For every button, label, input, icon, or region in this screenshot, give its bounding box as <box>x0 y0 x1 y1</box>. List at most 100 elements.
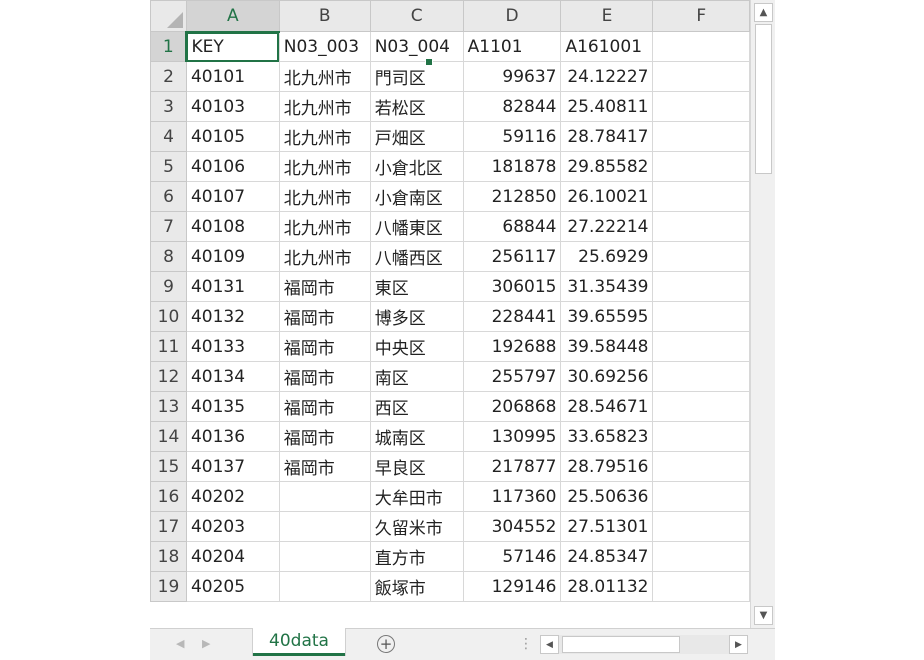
cell-b6[interactable]: 北九州市 <box>278 181 371 212</box>
cell-d4[interactable]: 59116 <box>462 121 562 152</box>
cell-f19[interactable] <box>652 571 750 602</box>
cell-b17[interactable] <box>278 511 371 542</box>
cell-b9[interactable]: 福岡市 <box>278 271 371 302</box>
cell-b18[interactable] <box>278 541 371 572</box>
scroll-right-icon[interactable]: ▶ <box>729 635 748 654</box>
cell-c12[interactable]: 南区 <box>369 361 464 392</box>
vertical-scroll-thumb[interactable] <box>755 24 772 174</box>
cell-c17[interactable]: 久留米市 <box>369 511 464 542</box>
cell-b19[interactable] <box>278 571 371 602</box>
cell-b4[interactable]: 北九州市 <box>278 121 371 152</box>
cell-b11[interactable]: 福岡市 <box>278 331 371 362</box>
cell-d5[interactable]: 181878 <box>462 151 562 182</box>
scroll-up-icon[interactable]: ▲ <box>754 3 773 22</box>
cell-b13[interactable]: 福岡市 <box>278 391 371 422</box>
cell-c7[interactable]: 八幡東区 <box>369 211 464 242</box>
cell-d3[interactable]: 82844 <box>462 91 562 122</box>
cell-e8[interactable]: 25.6929 <box>560 241 654 272</box>
plus-circle-icon[interactable]: + <box>377 635 395 653</box>
cell-e3[interactable]: 25.40811 <box>560 91 654 122</box>
cell-d11[interactable]: 192688 <box>462 331 562 362</box>
cell-e16[interactable]: 25.50636 <box>560 481 654 512</box>
column-header-a[interactable]: A <box>185 0 280 33</box>
cell-c5[interactable]: 小倉北区 <box>369 151 464 182</box>
cell-b5[interactable]: 北九州市 <box>278 151 371 182</box>
cell-a8[interactable]: 40109 <box>185 241 280 272</box>
cell-e12[interactable]: 30.69256 <box>560 361 654 392</box>
cell-c8[interactable]: 八幡西区 <box>369 241 464 272</box>
cell-e15[interactable]: 28.79516 <box>560 451 654 482</box>
cell-d18[interactable]: 57146 <box>462 541 562 572</box>
cell-d13[interactable]: 206868 <box>462 391 562 422</box>
cell-b8[interactable]: 北九州市 <box>278 241 371 272</box>
cell-f11[interactable] <box>652 331 750 362</box>
cell-d10[interactable]: 228441 <box>462 301 562 332</box>
cell-e19[interactable]: 28.01132 <box>560 571 654 602</box>
cell-b2[interactable]: 北九州市 <box>278 61 371 92</box>
cell-a19[interactable]: 40205 <box>185 571 280 602</box>
row-header[interactable]: 2 <box>150 61 187 92</box>
cell-f18[interactable] <box>652 541 750 572</box>
cell-d12[interactable]: 255797 <box>462 361 562 392</box>
sheet-tab-40data[interactable]: 40data <box>253 628 345 656</box>
row-header[interactable]: 12 <box>150 361 187 392</box>
cell-a18[interactable]: 40204 <box>185 541 280 572</box>
cell-f4[interactable] <box>652 121 750 152</box>
scroll-left-icon[interactable]: ◀ <box>540 635 559 654</box>
cell-d8[interactable]: 256117 <box>462 241 562 272</box>
cell-b3[interactable]: 北九州市 <box>278 91 371 122</box>
horizontal-scrollbar[interactable]: ◀ ▶ <box>540 635 748 654</box>
cell-f7[interactable] <box>652 211 750 242</box>
cell-c19[interactable]: 飯塚市 <box>369 571 464 602</box>
cell-c6[interactable]: 小倉南区 <box>369 181 464 212</box>
cell-b1[interactable]: N03_003 <box>278 31 371 62</box>
cell-e2[interactable]: 24.12227 <box>560 61 654 92</box>
cell-e10[interactable]: 39.65595 <box>560 301 654 332</box>
row-header[interactable]: 18 <box>150 541 187 572</box>
cell-e9[interactable]: 31.35439 <box>560 271 654 302</box>
row-header[interactable]: 16 <box>150 481 187 512</box>
cell-a2[interactable]: 40101 <box>185 61 280 92</box>
cell-a13[interactable]: 40135 <box>185 391 280 422</box>
cell-b10[interactable]: 福岡市 <box>278 301 371 332</box>
cell-a15[interactable]: 40137 <box>185 451 280 482</box>
cell-e6[interactable]: 26.10021 <box>560 181 654 212</box>
cell-f2[interactable] <box>652 61 750 92</box>
cell-d16[interactable]: 117360 <box>462 481 562 512</box>
cell-d7[interactable]: 68844 <box>462 211 562 242</box>
cell-e5[interactable]: 29.85582 <box>560 151 654 182</box>
cell-f13[interactable] <box>652 391 750 422</box>
column-header-d[interactable]: D <box>462 0 562 32</box>
cell-d17[interactable]: 304552 <box>462 511 562 542</box>
cell-a1[interactable]: KEY <box>185 31 280 62</box>
row-header[interactable]: 6 <box>150 181 187 212</box>
cell-a10[interactable]: 40132 <box>185 301 280 332</box>
row-header[interactable]: 9 <box>150 271 187 302</box>
cell-e18[interactable]: 24.85347 <box>560 541 654 572</box>
column-header-f[interactable]: F <box>652 0 750 32</box>
cell-c15[interactable]: 早良区 <box>369 451 464 482</box>
cell-f15[interactable] <box>652 451 750 482</box>
row-header[interactable]: 15 <box>150 451 187 482</box>
cell-f10[interactable] <box>652 301 750 332</box>
cell-a12[interactable]: 40134 <box>185 361 280 392</box>
cell-d14[interactable]: 130995 <box>462 421 562 452</box>
cell-a5[interactable]: 40106 <box>185 151 280 182</box>
row-header[interactable]: 17 <box>150 511 187 542</box>
vertical-scrollbar[interactable]: ▲ ▼ <box>750 0 775 628</box>
row-header[interactable]: 19 <box>150 571 187 602</box>
cell-f5[interactable] <box>652 151 750 182</box>
cell-d1[interactable]: A1101 <box>462 31 562 62</box>
cell-c4[interactable]: 戸畑区 <box>369 121 464 152</box>
cell-c13[interactable]: 西区 <box>369 391 464 422</box>
cell-f6[interactable] <box>652 181 750 212</box>
cell-a9[interactable]: 40131 <box>185 271 280 302</box>
cell-d15[interactable]: 217877 <box>462 451 562 482</box>
row-header[interactable]: 1 <box>150 31 188 62</box>
column-header-b[interactable]: B <box>278 0 371 32</box>
cell-c3[interactable]: 若松区 <box>369 91 464 122</box>
cell-d6[interactable]: 212850 <box>462 181 562 212</box>
cell-e14[interactable]: 33.65823 <box>560 421 654 452</box>
scroll-down-icon[interactable]: ▼ <box>754 606 773 625</box>
column-header-c[interactable]: C <box>369 0 464 32</box>
